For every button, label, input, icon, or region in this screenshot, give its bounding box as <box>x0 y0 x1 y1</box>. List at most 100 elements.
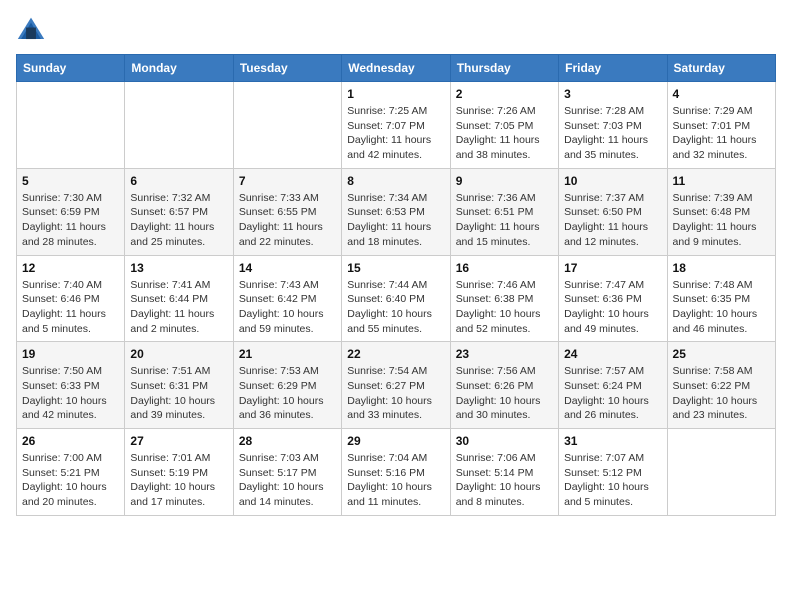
day-number: 12 <box>22 261 119 275</box>
calendar-week-3: 19 Sunrise: 7:50 AMSunset: 6:33 PMDayligh… <box>17 342 776 429</box>
day-number: 17 <box>564 261 661 275</box>
header-day-saturday: Saturday <box>667 55 775 82</box>
day-number: 15 <box>347 261 444 275</box>
calendar-cell: 2 Sunrise: 7:26 AMSunset: 7:05 PMDaylight… <box>450 82 558 169</box>
day-info: Sunrise: 7:54 AMSunset: 6:27 PMDaylight:… <box>347 364 444 423</box>
calendar-cell: 25Sunrise: 7:58 AMSunset: 6:22 PMDayligh… <box>667 342 775 429</box>
calendar-cell: 18Sunrise: 7:48 AMSunset: 6:35 PMDayligh… <box>667 255 775 342</box>
calendar-cell: 9Sunrise: 7:36 AMSunset: 6:51 PMDaylight… <box>450 168 558 255</box>
header-day-tuesday: Tuesday <box>233 55 341 82</box>
day-number: 27 <box>130 434 227 448</box>
day-number: 2 <box>456 87 553 101</box>
day-number: 20 <box>130 347 227 361</box>
day-number: 10 <box>564 174 661 188</box>
calendar-week-0: 1 Sunrise: 7:25 AMSunset: 7:07 PMDaylight… <box>17 82 776 169</box>
day-number: 11 <box>673 174 770 188</box>
day-info: Sunrise: 7:30 AMSunset: 6:59 PMDaylight:… <box>22 191 119 250</box>
calendar-cell: 4Sunrise: 7:29 AMSunset: 7:01 PMDaylight… <box>667 82 775 169</box>
day-number: 8 <box>347 174 444 188</box>
header-day-friday: Friday <box>559 55 667 82</box>
calendar-cell: 24 Sunrise: 7:57 AMSunset: 6:24 PMDayligh… <box>559 342 667 429</box>
day-info: Sunrise: 7:01 AMSunset: 5:19 PMDaylight:… <box>130 451 227 510</box>
day-info: Sunrise: 7:07 AMSunset: 5:12 PMDaylight:… <box>564 451 661 510</box>
day-number: 24 <box>564 347 661 361</box>
header-day-wednesday: Wednesday <box>342 55 450 82</box>
calendar-cell <box>667 429 775 516</box>
day-info: Sunrise: 7:50 AMSunset: 6:33 PMDaylight:… <box>22 364 119 423</box>
calendar-cell: 1 Sunrise: 7:25 AMSunset: 7:07 PMDaylight… <box>342 82 450 169</box>
logo <box>16 16 50 44</box>
day-number: 6 <box>130 174 227 188</box>
calendar-cell: 22 Sunrise: 7:54 AMSunset: 6:27 PMDayligh… <box>342 342 450 429</box>
calendar-week-1: 5 Sunrise: 7:30 AMSunset: 6:59 PMDaylight… <box>17 168 776 255</box>
header-day-sunday: Sunday <box>17 55 125 82</box>
calendar-cell: 20 Sunrise: 7:51 AMSunset: 6:31 PMDayligh… <box>125 342 233 429</box>
calendar-cell <box>125 82 233 169</box>
calendar-cell: 19 Sunrise: 7:50 AMSunset: 6:33 PMDayligh… <box>17 342 125 429</box>
calendar-cell: 14 Sunrise: 7:43 AMSunset: 6:42 PMDayligh… <box>233 255 341 342</box>
calendar-week-4: 26Sunrise: 7:00 AMSunset: 5:21 PMDayligh… <box>17 429 776 516</box>
day-number: 28 <box>239 434 336 448</box>
calendar-cell: 27 Sunrise: 7:01 AMSunset: 5:19 PMDayligh… <box>125 429 233 516</box>
header-row: SundayMondayTuesdayWednesdayThursdayFrid… <box>17 55 776 82</box>
day-number: 16 <box>456 261 553 275</box>
day-info: Sunrise: 7:36 AMSunset: 6:51 PMDaylight:… <box>456 191 553 250</box>
calendar-cell: 7 Sunrise: 7:33 AMSunset: 6:55 PMDaylight… <box>233 168 341 255</box>
calendar-cell: 30Sunrise: 7:06 AMSunset: 5:14 PMDayligh… <box>450 429 558 516</box>
calendar-cell <box>233 82 341 169</box>
day-number: 5 <box>22 174 119 188</box>
day-info: Sunrise: 7:33 AMSunset: 6:55 PMDaylight:… <box>239 191 336 250</box>
day-info: Sunrise: 7:51 AMSunset: 6:31 PMDaylight:… <box>130 364 227 423</box>
day-info: Sunrise: 7:26 AMSunset: 7:05 PMDaylight:… <box>456 104 553 163</box>
header-day-monday: Monday <box>125 55 233 82</box>
calendar-cell: 23 Sunrise: 7:56 AMSunset: 6:26 PMDayligh… <box>450 342 558 429</box>
day-info: Sunrise: 7:28 AMSunset: 7:03 PMDaylight:… <box>564 104 661 163</box>
header-day-thursday: Thursday <box>450 55 558 82</box>
calendar-cell: 5 Sunrise: 7:30 AMSunset: 6:59 PMDaylight… <box>17 168 125 255</box>
calendar-cell: 13 Sunrise: 7:41 AMSunset: 6:44 PMDayligh… <box>125 255 233 342</box>
day-number: 19 <box>22 347 119 361</box>
day-info: Sunrise: 7:56 AMSunset: 6:26 PMDaylight:… <box>456 364 553 423</box>
day-info: Sunrise: 7:43 AMSunset: 6:42 PMDaylight:… <box>239 278 336 337</box>
day-number: 22 <box>347 347 444 361</box>
day-number: 13 <box>130 261 227 275</box>
day-number: 14 <box>239 261 336 275</box>
day-info: Sunrise: 7:46 AMSunset: 6:38 PMDaylight:… <box>456 278 553 337</box>
calendar-cell: 31 Sunrise: 7:07 AMSunset: 5:12 PMDayligh… <box>559 429 667 516</box>
calendar-cell: 10 Sunrise: 7:37 AMSunset: 6:50 PMDayligh… <box>559 168 667 255</box>
calendar-cell: 29Sunrise: 7:04 AMSunset: 5:16 PMDayligh… <box>342 429 450 516</box>
day-number: 3 <box>564 87 661 101</box>
calendar-cell: 28Sunrise: 7:03 AMSunset: 5:17 PMDayligh… <box>233 429 341 516</box>
day-info: Sunrise: 7:37 AMSunset: 6:50 PMDaylight:… <box>564 191 661 250</box>
day-number: 23 <box>456 347 553 361</box>
calendar-body: 1 Sunrise: 7:25 AMSunset: 7:07 PMDaylight… <box>17 82 776 516</box>
calendar-cell: 8 Sunrise: 7:34 AMSunset: 6:53 PMDaylight… <box>342 168 450 255</box>
day-number: 1 <box>347 87 444 101</box>
day-info: Sunrise: 7:34 AMSunset: 6:53 PMDaylight:… <box>347 191 444 250</box>
day-info: Sunrise: 7:25 AMSunset: 7:07 PMDaylight:… <box>347 104 444 163</box>
calendar-table: SundayMondayTuesdayWednesdayThursdayFrid… <box>16 54 776 516</box>
day-number: 29 <box>347 434 444 448</box>
day-number: 31 <box>564 434 661 448</box>
day-info: Sunrise: 7:47 AMSunset: 6:36 PMDaylight:… <box>564 278 661 337</box>
day-info: Sunrise: 7:32 AMSunset: 6:57 PMDaylight:… <box>130 191 227 250</box>
calendar-cell: 15 Sunrise: 7:44 AMSunset: 6:40 PMDayligh… <box>342 255 450 342</box>
calendar-cell: 21Sunrise: 7:53 AMSunset: 6:29 PMDayligh… <box>233 342 341 429</box>
calendar-cell <box>17 82 125 169</box>
day-info: Sunrise: 7:44 AMSunset: 6:40 PMDaylight:… <box>347 278 444 337</box>
page-header <box>16 16 776 44</box>
day-info: Sunrise: 7:29 AMSunset: 7:01 PMDaylight:… <box>673 104 770 163</box>
calendar-header: SundayMondayTuesdayWednesdayThursdayFrid… <box>17 55 776 82</box>
day-info: Sunrise: 7:06 AMSunset: 5:14 PMDaylight:… <box>456 451 553 510</box>
day-info: Sunrise: 7:57 AMSunset: 6:24 PMDaylight:… <box>564 364 661 423</box>
calendar-week-2: 12Sunrise: 7:40 AMSunset: 6:46 PMDayligh… <box>17 255 776 342</box>
day-info: Sunrise: 7:53 AMSunset: 6:29 PMDaylight:… <box>239 364 336 423</box>
calendar-cell: 12Sunrise: 7:40 AMSunset: 6:46 PMDayligh… <box>17 255 125 342</box>
day-info: Sunrise: 7:48 AMSunset: 6:35 PMDaylight:… <box>673 278 770 337</box>
calendar-cell: 6 Sunrise: 7:32 AMSunset: 6:57 PMDaylight… <box>125 168 233 255</box>
day-info: Sunrise: 7:58 AMSunset: 6:22 PMDaylight:… <box>673 364 770 423</box>
calendar-cell: 26Sunrise: 7:00 AMSunset: 5:21 PMDayligh… <box>17 429 125 516</box>
day-number: 7 <box>239 174 336 188</box>
calendar-cell: 16 Sunrise: 7:46 AMSunset: 6:38 PMDayligh… <box>450 255 558 342</box>
day-info: Sunrise: 7:41 AMSunset: 6:44 PMDaylight:… <box>130 278 227 337</box>
